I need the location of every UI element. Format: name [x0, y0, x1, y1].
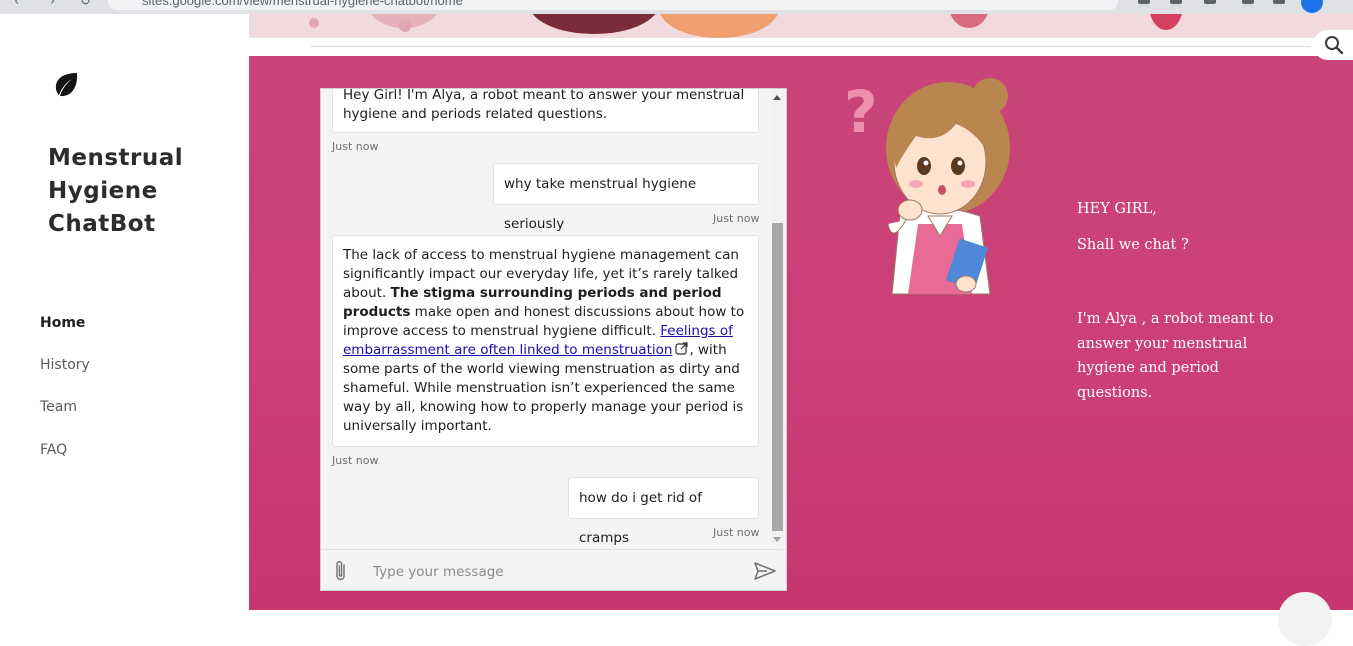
address-bar[interactable]: sites.google.com/view/menstrual-hygiene-…	[108, 0, 1118, 10]
window-icon[interactable]	[1273, 0, 1285, 4]
header-divider	[311, 46, 1311, 47]
bot-message: Hey Girl! I'm Alya, a robot meant to ans…	[332, 88, 759, 133]
chatbot-widget: Hey Girl! I'm Alya, a robot meant to ans…	[320, 88, 787, 591]
nav-item-history[interactable]: History	[40, 357, 90, 373]
extensions-icon[interactable]	[1242, 0, 1254, 4]
header-banner-image	[249, 14, 1353, 38]
user-message: why take menstrual hygiene seriously	[493, 163, 759, 232]
extension-icon[interactable]	[1138, 0, 1150, 4]
message-composer	[321, 549, 786, 590]
search-button[interactable]	[1313, 30, 1353, 60]
svg-text:?: ?	[844, 78, 878, 146]
nav-item-home[interactable]: Home	[40, 315, 85, 331]
message-timestamp: Just now	[332, 454, 379, 467]
header-bar	[249, 38, 1353, 56]
attachment-icon[interactable]	[333, 560, 349, 582]
nav-item-faq[interactable]: FAQ	[40, 442, 67, 458]
send-icon[interactable]	[753, 561, 777, 581]
chat-scrollbar[interactable]	[771, 91, 784, 546]
browser-toolbar: ‹ › ↻ sites.google.com/view/menstrual-hy…	[0, 0, 1353, 14]
leaf-icon[interactable]	[53, 72, 79, 98]
bookmark-icon[interactable]	[1204, 0, 1216, 4]
search-icon	[1325, 36, 1344, 55]
girl-illustration: ?	[844, 78, 1010, 295]
scroll-down-arrow[interactable]	[773, 537, 781, 542]
bot-message: The lack of access to menstrual hygiene …	[332, 235, 759, 447]
site-sidebar: Menstrual Hygiene ChatBot Home History T…	[0, 14, 249, 610]
scroll-up-arrow[interactable]	[773, 95, 781, 100]
reload-icon[interactable]: ↻	[80, 0, 91, 9]
bot-intro-text: I'm Alya , a robot meant to answer your …	[1077, 311, 1274, 401]
greeting-text: HEY GIRL,	[1077, 201, 1157, 217]
message-text: why take menstrual hygiene seriously	[504, 176, 697, 232]
forward-icon[interactable]: ›	[50, 0, 55, 9]
external-link-icon[interactable]	[675, 342, 689, 355]
message-text: Hey Girl! I'm Alya, a robot meant to ans…	[343, 88, 745, 122]
message-input[interactable]	[371, 559, 745, 585]
nav-item-team[interactable]: Team	[40, 399, 77, 415]
user-message: how do i get rid of cramps	[568, 477, 759, 546]
extension-icon[interactable]	[1170, 0, 1182, 4]
floating-action-button[interactable]	[1278, 592, 1332, 646]
scrollbar-thumb[interactable]	[772, 223, 783, 531]
message-timestamp: Just now	[332, 140, 379, 153]
profile-avatar[interactable]	[1301, 0, 1323, 13]
message-timestamp: Just now	[713, 212, 760, 225]
chat-prompt-text: Shall we chat ?	[1077, 237, 1189, 253]
message-timestamp: Just now	[713, 526, 760, 539]
message-text: how do i get rid of cramps	[579, 490, 702, 546]
site-title[interactable]: Menstrual Hygiene ChatBot	[48, 142, 228, 241]
back-icon[interactable]: ‹	[14, 0, 19, 9]
